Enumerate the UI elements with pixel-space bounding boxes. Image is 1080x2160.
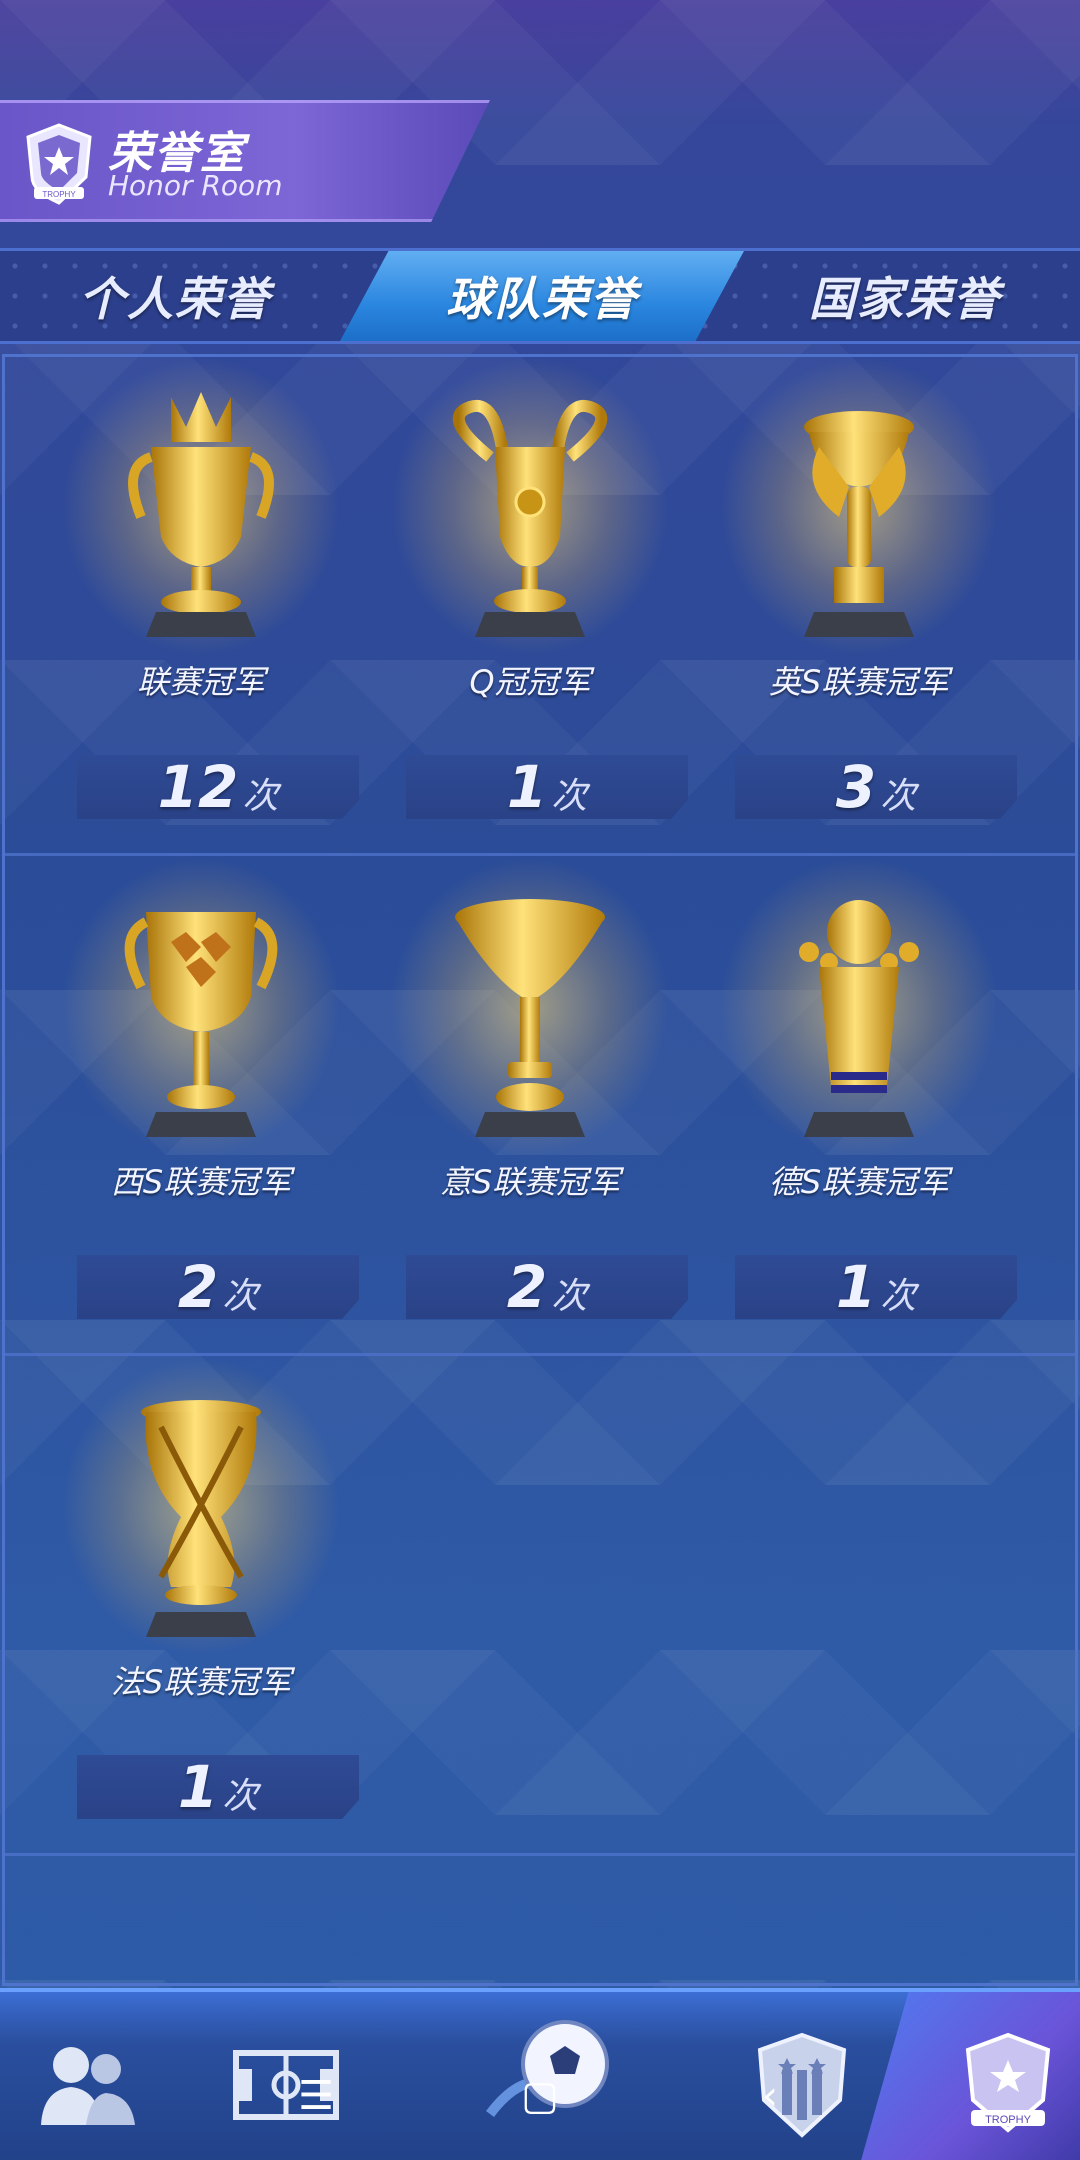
trophy-count-unit: 次	[222, 1276, 259, 1317]
trophy-count-unit: 次	[551, 776, 588, 817]
system-back-button[interactable]: ‹	[740, 2068, 800, 2124]
globe-trophy-icon	[799, 900, 919, 1137]
nav-trophy-room[interactable]: TROPHY	[948, 2030, 1068, 2140]
trophy-name: 西S联赛冠军	[110, 1163, 292, 1201]
trophy-count: 2	[177, 1253, 219, 1321]
badge-text: TROPHY	[42, 190, 76, 199]
trophy-count-box: 12 次	[77, 755, 359, 819]
trophy-count: 2	[506, 1253, 548, 1321]
trophy-count-unit: 次	[880, 1276, 917, 1317]
trophy-badge-icon: TROPHY	[26, 123, 92, 205]
title-banner: TROPHY 荣誉室 Honor Room	[0, 100, 490, 222]
trophy-card[interactable]: 英S联赛冠军 3 次	[695, 357, 1023, 857]
trophy-name: Q冠冠军	[469, 663, 591, 701]
trophy-name: 英S联赛冠军	[768, 663, 950, 701]
trophy-room-label: TROPHY	[985, 2114, 1032, 2126]
trophy-count: 1	[177, 1753, 219, 1821]
tab-personal-honor[interactable]: 个人荣誉	[0, 251, 350, 341]
league-trophy-icon	[128, 392, 274, 637]
trophy-count-box: 2 次	[406, 1255, 688, 1319]
trophy-card[interactable]: 法S联赛冠军 1 次	[37, 1357, 365, 1857]
players-icon	[41, 2047, 135, 2125]
trophy-name: 德S联赛冠军	[768, 1163, 950, 1201]
trophy-room-icon: TROPHY	[965, 2032, 1051, 2133]
trophy-count-box: 1 次	[735, 1255, 1017, 1319]
trophy-count: 3	[835, 753, 877, 821]
tab-team-honor[interactable]: 球队荣誉	[340, 251, 744, 341]
trophy-card[interactable]: 西S联赛冠军 2 次	[37, 857, 365, 1357]
trophy-count-unit: 次	[222, 1776, 259, 1817]
trophy-count: 12	[157, 753, 239, 821]
trophy-count: 1	[835, 1253, 877, 1321]
trophy-count-box: 2 次	[77, 1255, 359, 1319]
system-menu-button[interactable]: ☰	[286, 2068, 346, 2124]
system-home-button[interactable]: ▢	[510, 2068, 570, 2124]
twisted-trophy-icon	[141, 1400, 261, 1637]
trophy-count: 1	[506, 753, 548, 821]
trophy-count-box: 1 次	[77, 1755, 359, 1819]
trophy-card[interactable]: 联赛冠军 12 次	[37, 357, 365, 857]
trophy-count-box: 1 次	[406, 755, 688, 819]
nav-players[interactable]	[26, 2030, 146, 2140]
diamond-cup-icon	[124, 912, 278, 1137]
funnel-trophy-icon	[455, 899, 605, 1137]
trophy-name: 意S联赛冠军	[439, 1163, 621, 1201]
trophy-count-unit: 次	[880, 776, 917, 817]
big-ears-cup-icon	[452, 399, 608, 637]
trophy-card[interactable]: 德S联赛冠军 1 次	[695, 857, 1023, 1357]
trophy-count-unit: 次	[242, 776, 279, 817]
trophy-name: 联赛冠军	[136, 663, 265, 701]
tab-national-honor[interactable]: 国家荣誉	[730, 251, 1080, 341]
trophy-name: 法S联赛冠军	[110, 1663, 292, 1701]
trophy-card[interactable]: 意S联赛冠军 2 次	[366, 857, 694, 1357]
trophy-grid: 联赛冠军 12 次 Q冠冠军 1 次 英S联赛冠军 3 次 西S联赛冠军 2 次…	[2, 354, 1078, 1986]
trophy-count-box: 3 次	[735, 755, 1017, 819]
tab-bar: 个人荣誉 球队荣誉 国家荣誉	[0, 248, 1080, 344]
trophy-count-unit: 次	[551, 1276, 588, 1317]
trophy-card[interactable]: Q冠冠军 1 次	[366, 357, 694, 857]
winged-trophy-icon	[804, 411, 914, 637]
page-subtitle: Honor Room	[108, 169, 283, 202]
